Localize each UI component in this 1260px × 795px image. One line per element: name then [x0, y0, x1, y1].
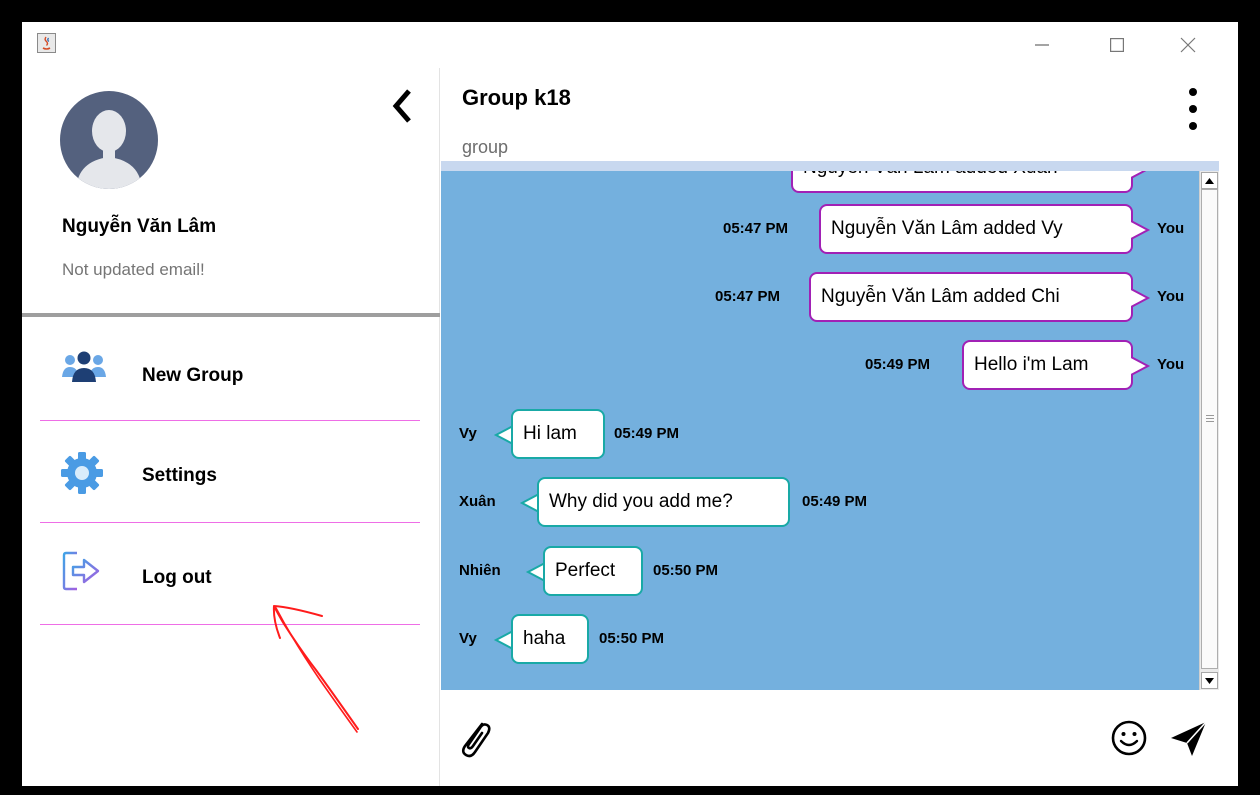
menu-item-settings[interactable]: Settings — [40, 421, 420, 523]
message-time: 05:47 PM — [723, 220, 789, 237]
smiley-icon — [1111, 720, 1147, 756]
message-bubble: Hello i'm Lam — [962, 340, 1133, 390]
message-row: Nguyễn Văn Lâm added Xuân — [441, 161, 1199, 193]
message-time: 05:49 PM — [865, 356, 931, 373]
message-row: 05:49 PM Hello i'm Lam You — [441, 340, 1199, 390]
message-text: Nguyễn Văn Lâm added Xuân — [803, 161, 1058, 178]
caret-down-icon — [1205, 677, 1214, 684]
sidebar: Nguyễn Văn Lâm Not updated email! New Gr… — [22, 68, 440, 786]
scrollbar-grip — [1206, 415, 1214, 422]
message-text: Nguyễn Văn Lâm added Vy — [831, 218, 1063, 239]
send-icon — [1171, 721, 1207, 756]
message-row: Xuân Why did you add me? 05:49 PM — [441, 477, 1199, 527]
scroll-up-button[interactable] — [1201, 172, 1218, 189]
user-email: Not updated email! — [62, 260, 205, 279]
message-bubble: Nguyễn Văn Lâm added Vy — [819, 204, 1133, 254]
message-bubble: Hi lam — [511, 409, 605, 459]
emoji-button[interactable] — [1111, 720, 1147, 756]
bubble-tail — [519, 493, 539, 513]
message-text: Why did you add me? — [549, 491, 733, 512]
menu-item-label: Log out — [142, 567, 212, 588]
chat-subtitle: group — [462, 137, 509, 157]
bubble-tail — [493, 630, 513, 650]
message-bubble: haha — [511, 614, 589, 664]
message-time: 05:47 PM — [715, 288, 781, 305]
message-bubble: Why did you add me? — [537, 477, 790, 527]
message-bubble: Nguyễn Văn Lâm added Xuân — [791, 161, 1133, 193]
annotation-arrow — [272, 605, 359, 733]
user-silhouette-icon — [76, 110, 142, 189]
chat-title: Group k18 — [462, 85, 571, 110]
message-list: Nguyễn Văn Lâm added Xuân 05:47 PM Nguyễ… — [441, 161, 1219, 690]
chat-panel: Group k18 group Nguyễn Văn Lâm added Xuâ… — [441, 68, 1238, 786]
message-sender: Xuân — [459, 493, 496, 510]
logout-icon — [62, 551, 100, 591]
menu-item-label: Settings — [142, 465, 217, 486]
message-sender: Nhiên — [459, 562, 501, 579]
message-text: Hi lam — [523, 423, 577, 444]
message-time: 05:49 PM — [614, 425, 680, 442]
chevron-left-icon — [392, 88, 411, 123]
bubble-tail — [525, 562, 545, 582]
menu-item-label: New Group — [142, 365, 244, 386]
bubble-tail — [1131, 288, 1151, 308]
close-icon — [1180, 37, 1196, 53]
message-row: Vy Hi lam 05:49 PM — [441, 409, 1199, 459]
message-row: 05:47 PM Nguyễn Văn Lâm added Vy You — [441, 204, 1199, 254]
message-sender: You — [1157, 356, 1185, 373]
gear-icon — [61, 452, 103, 494]
message-scrollbar[interactable] — [1199, 171, 1219, 690]
more-options-button[interactable] — [1181, 86, 1205, 132]
message-time: 05:50 PM — [653, 562, 719, 579]
group-icon — [62, 351, 106, 382]
message-row: 05:47 PM Nguyễn Văn Lâm added Chi You — [441, 272, 1199, 322]
message-bubble: Nguyễn Văn Lâm added Chi — [809, 272, 1133, 322]
send-button[interactable] — [1169, 720, 1209, 758]
collapse-sidebar-button[interactable] — [382, 83, 422, 128]
title-bar — [22, 22, 1238, 68]
bubble-tail — [1131, 171, 1147, 179]
message-row: Vy haha 05:50 PM — [441, 614, 1199, 664]
message-sender: Vy — [459, 630, 477, 647]
maximize-button[interactable] — [1094, 30, 1140, 60]
message-sender: You — [1157, 220, 1185, 237]
scrollbar-thumb[interactable] — [1201, 189, 1218, 669]
scroll-down-button[interactable] — [1201, 672, 1218, 689]
kebab-dot — [1189, 122, 1197, 130]
bubble-tail — [1131, 356, 1151, 376]
message-text: Nguyễn Văn Lâm added Chi — [821, 286, 1060, 307]
close-button[interactable] — [1165, 30, 1211, 60]
message-time: 05:49 PM — [802, 493, 868, 510]
user-name: Nguyễn Văn Lâm — [62, 216, 217, 237]
message-text: haha — [523, 628, 566, 649]
minimize-icon — [1035, 44, 1049, 46]
message-row: Nhiên Perfect 05:50 PM — [441, 546, 1199, 596]
paperclip-icon — [461, 722, 491, 758]
message-composer — [441, 690, 1238, 786]
message-time: 05:50 PM — [599, 630, 665, 647]
caret-up-icon — [1205, 177, 1214, 184]
bubble-tail — [493, 425, 513, 445]
message-sender: Vy — [459, 425, 477, 442]
avatar[interactable] — [60, 91, 158, 189]
java-app-icon — [37, 33, 56, 53]
kebab-dot — [1189, 88, 1197, 96]
sidebar-divider — [22, 313, 440, 317]
app-window: Nguyễn Văn Lâm Not updated email! New Gr… — [22, 22, 1238, 786]
message-sender: You — [1157, 288, 1185, 305]
minimize-button[interactable] — [1019, 30, 1065, 60]
menu-item-new-group[interactable]: New Group — [40, 319, 420, 421]
maximize-icon — [1110, 38, 1124, 52]
attach-button[interactable] — [455, 716, 495, 760]
message-bubble: Perfect — [543, 546, 643, 596]
message-text: Perfect — [555, 560, 616, 581]
bubble-tail — [1131, 220, 1151, 240]
message-text: Hello i'm Lam — [974, 354, 1089, 375]
kebab-dot — [1189, 105, 1197, 113]
